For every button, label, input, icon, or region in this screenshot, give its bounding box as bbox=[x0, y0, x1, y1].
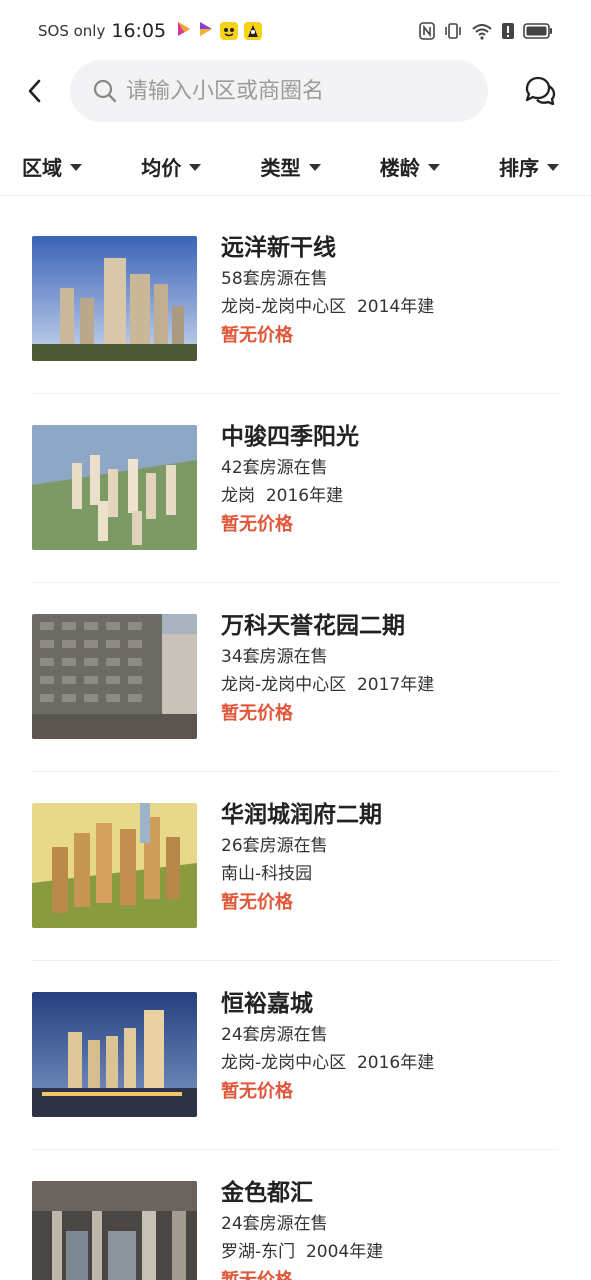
list-item[interactable]: 中骏四季阳光 42套房源在售 龙岗 2016年建 暂无价格 bbox=[32, 394, 559, 583]
community-info: 万科天誉花园二期 34套房源在售 龙岗-龙岗中心区 2017年建 暂无价格 bbox=[221, 609, 434, 729]
status-right bbox=[419, 22, 553, 40]
location-text: 龙岗-龙岗中心区 bbox=[221, 675, 347, 695]
community-info: 中骏四季阳光 42套房源在售 龙岗 2016年建 暂无价格 bbox=[221, 420, 359, 540]
listing-count: 24套房源在售 bbox=[221, 1214, 328, 1234]
location-text: 龙岗 bbox=[221, 486, 255, 506]
community-photo bbox=[32, 425, 197, 550]
caret-down-icon bbox=[308, 164, 321, 171]
location-text: 龙岗-龙岗中心区 bbox=[221, 297, 347, 317]
price-text: 暂无价格 bbox=[221, 325, 293, 346]
location-text: 南山-科技园 bbox=[221, 864, 313, 884]
filter-label: 区域 bbox=[22, 156, 62, 180]
caret-down-icon bbox=[70, 164, 82, 171]
page: SOS only 16:05 请输入小区或商圈名 区域 均价 类型 楼龄 排序 … bbox=[0, 0, 591, 1280]
listing-count: 24套房源在售 bbox=[221, 1025, 328, 1045]
community-photo bbox=[32, 614, 197, 739]
build-year: 2016年建 bbox=[356, 1053, 435, 1073]
listing-count: 26套房源在售 bbox=[221, 836, 328, 856]
carrier-text: SOS only bbox=[38, 22, 106, 40]
price-text: 暂无价格 bbox=[221, 1081, 293, 1102]
filter-label: 均价 bbox=[141, 156, 182, 180]
chevron-left-icon bbox=[28, 79, 41, 103]
community-name: 金色都汇 bbox=[221, 1180, 313, 1206]
community-info: 恒裕嘉城 24套房源在售 龙岗-龙岗中心区 2016年建 暂无价格 bbox=[221, 987, 434, 1107]
list-item[interactable]: 远洋新干线 58套房源在售 龙岗-龙岗中心区 2014年建 暂无价格 bbox=[32, 205, 559, 394]
chat-bubbles-icon bbox=[525, 76, 555, 106]
community-info: 金色都汇 24套房源在售 罗湖-东门 2004年建 暂无价格 bbox=[221, 1176, 383, 1280]
price-text: 暂无价格 bbox=[221, 703, 293, 724]
community-name: 中骏四季阳光 bbox=[221, 424, 359, 450]
location-line: 罗湖-东门 2004年建 bbox=[221, 1238, 383, 1266]
header-bar bbox=[0, 58, 591, 124]
status-left: SOS only 16:05 bbox=[38, 20, 263, 42]
nfc-icon bbox=[419, 22, 435, 40]
community-info: 华润城润府二期 26套房源在售 南山-科技园 暂无价格 bbox=[221, 798, 382, 918]
build-year: 2017年建 bbox=[356, 675, 435, 695]
caret-down-icon bbox=[189, 164, 202, 171]
back-button[interactable] bbox=[0, 58, 70, 124]
community-name: 恒裕嘉城 bbox=[221, 991, 313, 1017]
community-info: 远洋新干线 58套房源在售 龙岗-龙岗中心区 2014年建 暂无价格 bbox=[221, 231, 434, 351]
community-photo bbox=[32, 236, 197, 361]
list-item[interactable]: 金色都汇 24套房源在售 罗湖-东门 2004年建 暂无价格 bbox=[32, 1150, 559, 1280]
list-item[interactable]: 万科天誉花园二期 34套房源在售 龙岗-龙岗中心区 2017年建 暂无价格 bbox=[32, 583, 559, 772]
filter-type[interactable]: 类型 bbox=[261, 152, 321, 181]
filter-label: 楼龄 bbox=[379, 156, 420, 180]
price-text: 暂无价格 bbox=[221, 1266, 383, 1280]
community-photo bbox=[32, 803, 197, 928]
filter-area[interactable]: 区域 bbox=[22, 152, 82, 181]
emoji-app-icon bbox=[220, 22, 239, 40]
search-box[interactable] bbox=[70, 60, 488, 122]
location-line: 龙岗-龙岗中心区 2017年建 bbox=[221, 671, 434, 699]
location-text: 罗湖-东门 bbox=[221, 1242, 296, 1262]
caret-down-icon bbox=[547, 164, 559, 171]
price-text: 暂无价格 bbox=[221, 892, 293, 913]
filter-label: 类型 bbox=[260, 156, 301, 180]
search-input[interactable] bbox=[126, 78, 456, 104]
filter-sort[interactable]: 排序 bbox=[499, 152, 559, 181]
list-item[interactable]: 华润城润府二期 26套房源在售 南山-科技园 暂无价格 bbox=[32, 772, 559, 961]
community-name: 远洋新干线 bbox=[221, 235, 336, 261]
community-name: 万科天誉花园二期 bbox=[221, 613, 405, 639]
build-year: 2014年建 bbox=[356, 297, 435, 317]
filter-label: 排序 bbox=[499, 156, 539, 180]
clock: 16:05 bbox=[111, 20, 167, 42]
filter-bar: 区域 均价 类型 楼龄 排序 bbox=[0, 138, 591, 196]
filter-age[interactable]: 楼龄 bbox=[380, 152, 440, 181]
caret-down-icon bbox=[427, 164, 440, 171]
wifi-icon bbox=[471, 22, 493, 40]
video-app-icon-2 bbox=[198, 20, 214, 42]
video-app-icon bbox=[176, 20, 192, 42]
filter-price[interactable]: 均价 bbox=[141, 152, 202, 181]
location-text: 龙岗-龙岗中心区 bbox=[221, 1053, 347, 1073]
location-line: 龙岗-龙岗中心区 2016年建 bbox=[221, 1049, 434, 1077]
message-button[interactable] bbox=[488, 58, 591, 124]
alert-icon bbox=[501, 22, 515, 40]
listing-count: 42套房源在售 bbox=[221, 458, 328, 478]
list-item[interactable]: 恒裕嘉城 24套房源在售 龙岗-龙岗中心区 2016年建 暂无价格 bbox=[32, 961, 559, 1150]
location-line: 龙岗-龙岗中心区 2014年建 bbox=[221, 293, 434, 321]
listing-count: 58套房源在售 bbox=[221, 269, 328, 289]
penguin-app-icon bbox=[244, 22, 263, 40]
price-text: 暂无价格 bbox=[221, 514, 293, 535]
vibrate-icon bbox=[443, 22, 463, 40]
location-line: 龙岗 2016年建 bbox=[221, 482, 359, 510]
community-name: 华润城润府二期 bbox=[221, 802, 382, 828]
community-list: 远洋新干线 58套房源在售 龙岗-龙岗中心区 2014年建 暂无价格 中骏四季阳… bbox=[0, 205, 591, 1280]
listing-count: 34套房源在售 bbox=[221, 647, 328, 667]
build-year: 2004年建 bbox=[305, 1242, 384, 1262]
location-line: 南山-科技园 bbox=[221, 860, 382, 888]
battery-icon bbox=[523, 23, 553, 39]
search-icon bbox=[93, 79, 117, 103]
status-bar: SOS only 16:05 bbox=[0, 0, 591, 62]
community-photo bbox=[32, 992, 197, 1117]
community-photo bbox=[32, 1181, 197, 1280]
build-year: 2016年建 bbox=[265, 486, 344, 506]
